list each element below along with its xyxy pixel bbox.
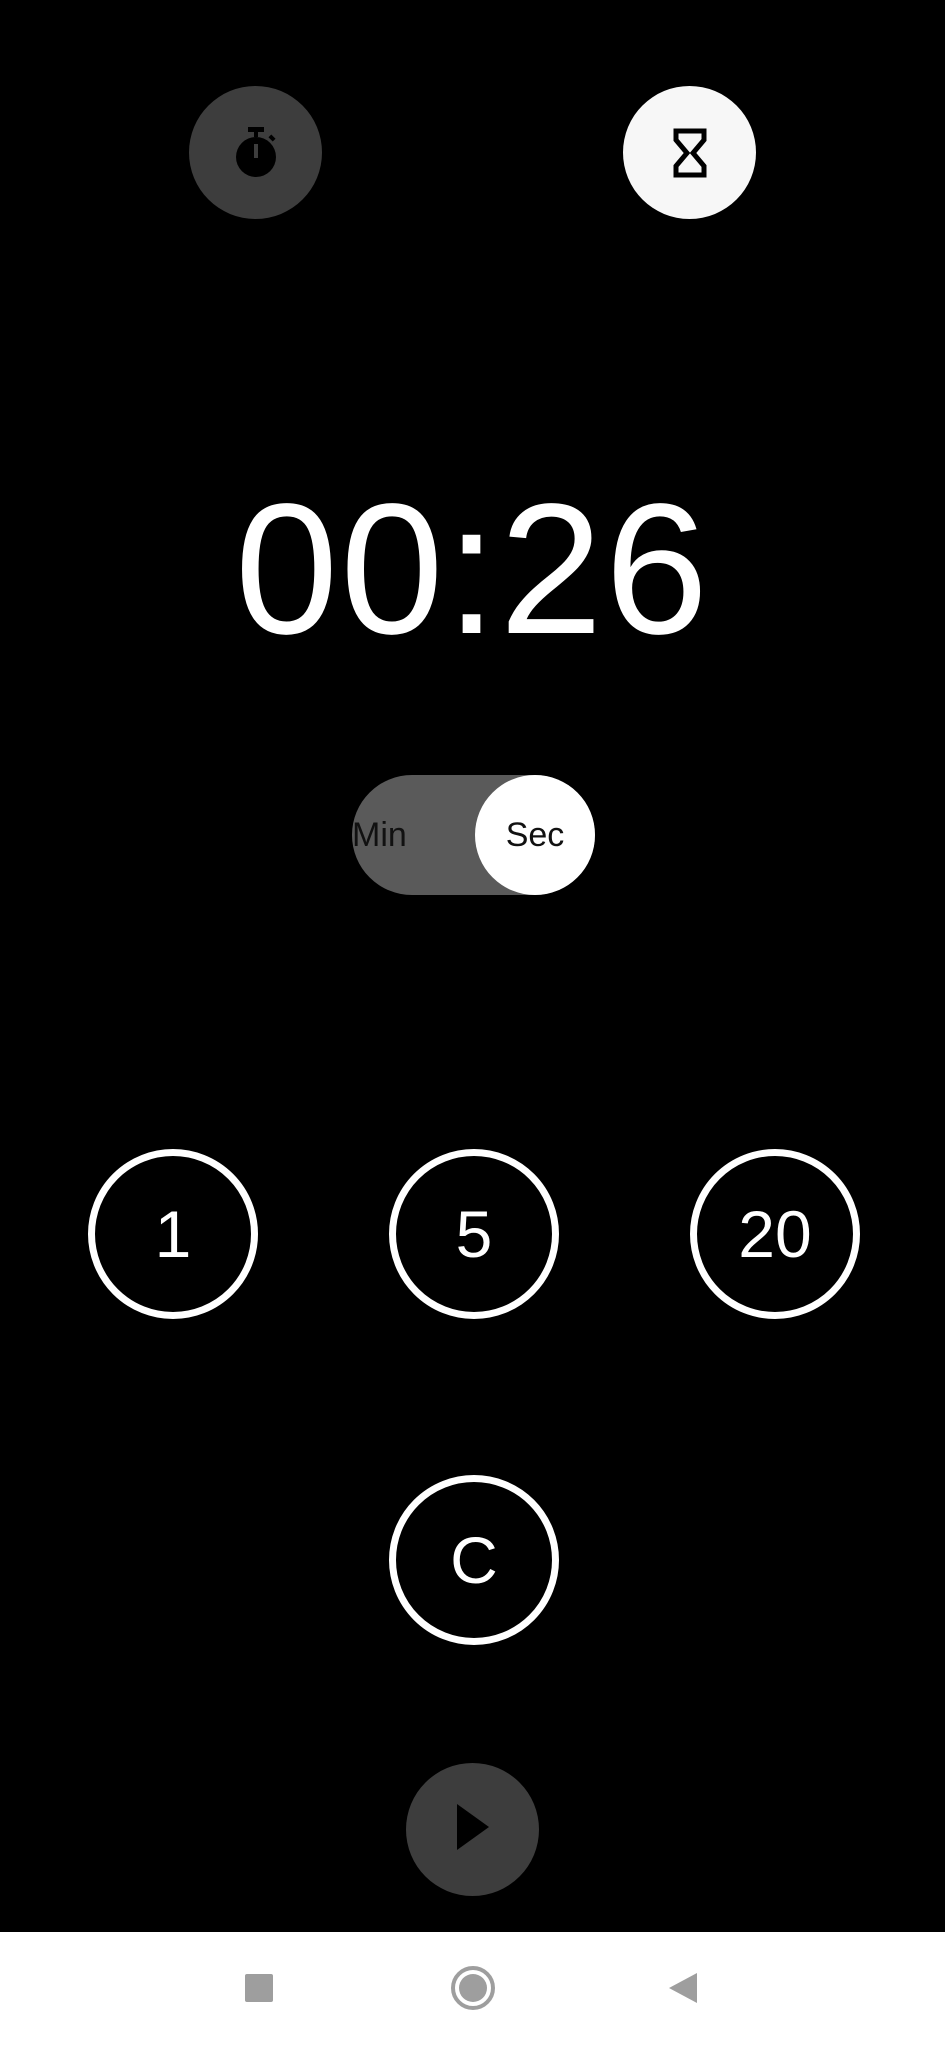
back-button[interactable] — [647, 1954, 719, 2026]
unit-toggle[interactable]: Min Sec — [352, 775, 595, 895]
add-5-button[interactable]: 5 — [389, 1149, 559, 1319]
stopwatch-icon — [232, 126, 280, 179]
home-button[interactable] — [437, 1954, 509, 2026]
clear-button[interactable]: C — [389, 1475, 559, 1645]
triangle-back-icon — [667, 1971, 699, 2010]
circle-icon — [450, 1965, 496, 2016]
play-button[interactable] — [406, 1763, 539, 1896]
add-20-button[interactable]: 20 — [690, 1149, 860, 1319]
unit-sec-label: Sec — [505, 816, 565, 854]
play-icon — [455, 1802, 491, 1857]
hourglass-icon — [673, 128, 707, 178]
system-nav-bar — [0, 1932, 945, 2048]
unit-min-label: Min — [352, 816, 407, 854]
square-icon — [244, 1973, 274, 2008]
timer-screen: 00:26 Min Sec 1 5 20 C — [0, 0, 945, 2048]
recents-button[interactable] — [223, 1954, 295, 2026]
timer-mode-button[interactable] — [623, 86, 756, 219]
add-1-button[interactable]: 1 — [88, 1149, 258, 1319]
stopwatch-mode-button[interactable] — [189, 86, 322, 219]
time-display: 00:26 — [234, 466, 711, 673]
